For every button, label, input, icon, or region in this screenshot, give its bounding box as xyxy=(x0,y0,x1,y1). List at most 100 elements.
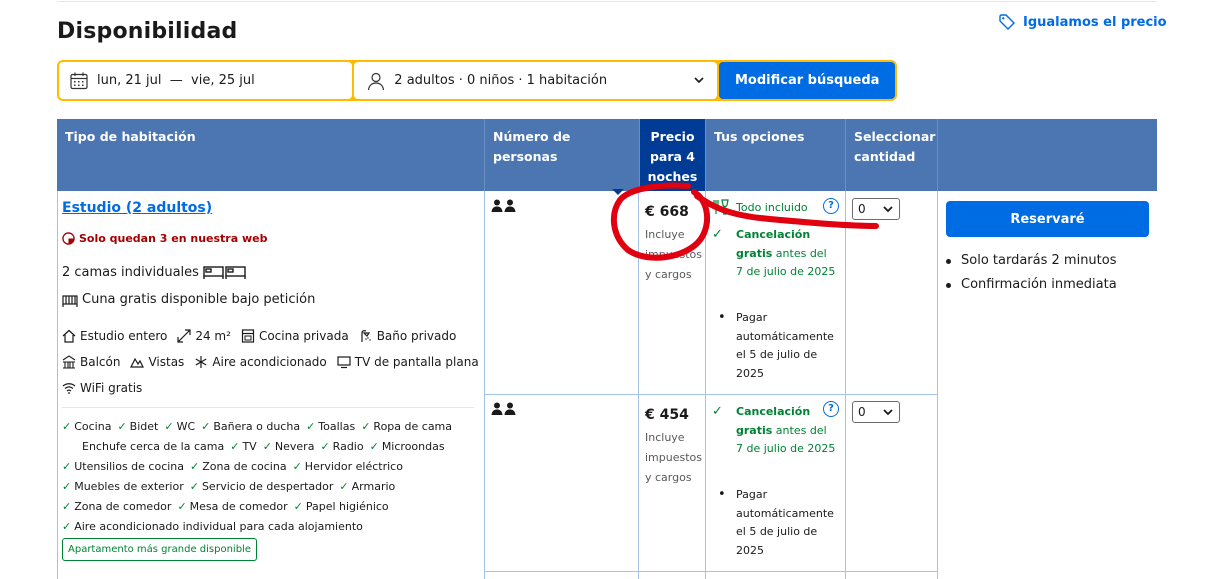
table-header: Tipo de habitación Número de personas Pr… xyxy=(57,119,1157,191)
stove-icon xyxy=(241,329,255,343)
free-cancellation-info: ✓ Cancelación gratis antes del 7 de juli… xyxy=(712,226,837,282)
facility-label: Ropa de cama xyxy=(373,420,453,433)
facility-item: ✓ Bañera o ducha xyxy=(201,420,300,433)
facility-label: Papel higiénico xyxy=(305,500,389,513)
quantity-select[interactable]: 0 xyxy=(852,198,900,220)
facility-label: Microondas xyxy=(381,440,445,453)
facility-item: ✓ TV xyxy=(230,440,256,453)
date-range-text: lun, 21 jul — vie, 25 jul xyxy=(97,73,255,88)
header-price[interactable]: Precio para 4 noches xyxy=(640,119,706,191)
tag-icon xyxy=(999,14,1015,30)
facility-label: Hervidor eléctrico xyxy=(304,460,403,473)
mountain-icon xyxy=(130,357,145,368)
section-divider xyxy=(62,407,474,408)
facility-item: ✓ Cocina xyxy=(62,420,111,433)
facility-label: Utensilios de cocina xyxy=(74,460,185,473)
amenity-item: TV de pantalla plana xyxy=(337,355,479,369)
page-title: Disponibilidad xyxy=(57,19,238,44)
check-icon: ✓ xyxy=(62,460,72,473)
bed-icon xyxy=(203,266,246,279)
check-icon: ✓ xyxy=(306,420,316,433)
facility-label: Bañera o ducha xyxy=(213,420,301,433)
amenities-row: Balcón Vistas Aire acondicionado TV de p… xyxy=(62,355,479,369)
facility-item: ✓ Utensilios de cocina xyxy=(62,460,184,473)
crib-icon xyxy=(62,294,78,307)
check-icon: ✓ xyxy=(62,480,72,493)
facility-item: ✓ Nevera xyxy=(263,440,315,453)
check-icon: ✓ xyxy=(339,480,349,493)
scarcity-text: Solo quedan 3 en nuestra web xyxy=(79,232,268,245)
amenities-row: WiFi gratis xyxy=(62,381,142,395)
check-icon: ✓ xyxy=(189,480,199,493)
price-match-link[interactable]: Igualamos el precio xyxy=(999,14,1167,30)
check-icon: ✓ xyxy=(262,440,272,453)
guests-field[interactable]: 2 adultos · 0 niños · 1 habitación xyxy=(354,62,718,99)
facilities-row: ✓ Aire acondicionado individual para cada… xyxy=(62,520,363,533)
date-field[interactable]: lun, 21 jul — vie, 25 jul xyxy=(59,62,353,99)
check-icon: ✓ xyxy=(62,420,72,433)
balcony-icon xyxy=(62,355,76,369)
facility-item: ✓ Zona de cocina xyxy=(190,460,287,473)
scarcity-message: Solo quedan 3 en nuestra web xyxy=(62,232,267,245)
quantity-select[interactable]: 0 xyxy=(852,401,900,423)
bullet-icon: • xyxy=(718,310,726,325)
check-icon: ✓ xyxy=(62,500,72,513)
two-persons-icon xyxy=(491,402,517,420)
facility-label: Zona de comedor xyxy=(74,500,172,513)
amenity-item: WiFi gratis xyxy=(62,381,142,395)
check-icon: ✓ xyxy=(712,404,723,419)
header-room-type: Tipo de habitación xyxy=(57,119,485,191)
modify-search-button[interactable]: Modificar búsqueda xyxy=(719,62,895,99)
facility-item: ✓ Aire acondicionado individual para cada… xyxy=(62,520,363,533)
quantity-value: 0 xyxy=(858,405,866,419)
amenity-item: 24 m² xyxy=(177,329,231,343)
facility-label: Nevera xyxy=(274,440,315,453)
facility-label: Enchufe cerca de la cama xyxy=(82,440,225,453)
facility-item: ✓ Hervidor eléctrico xyxy=(293,460,403,473)
tv-icon xyxy=(337,356,351,369)
check-icon: ✓ xyxy=(62,520,72,533)
crib-info: Cuna gratis disponible bajo petición xyxy=(62,292,315,307)
facilities-row: ✓ Muebles de exterior ✓ Servicio de desper… xyxy=(62,480,395,493)
facility-label: Toallas xyxy=(318,420,356,433)
facility-label: Muebles de exterior xyxy=(74,480,184,493)
amenities-row: Estudio entero 24 m² Cocina privada Baño… xyxy=(62,329,456,343)
facility-label: Zona de cocina xyxy=(202,460,287,473)
top-divider xyxy=(57,1,1157,2)
free-cancellation-info: ✓ Cancelación gratis antes del 7 de juli… xyxy=(712,403,837,459)
offer-price: € 454 xyxy=(645,407,689,423)
row-divider xyxy=(484,394,937,395)
facility-item: ✓ Ropa de cama xyxy=(361,420,452,433)
amenity-label: Aire acondicionado xyxy=(212,355,327,369)
amenity-label: WiFi gratis xyxy=(80,381,143,395)
facilities-row: ✓ Cocina ✓ Bidet ✓ WC ✓ Bañera o ducha ✓ Toal… xyxy=(62,420,452,433)
grid-line xyxy=(845,191,846,579)
offer-price: € 668 xyxy=(645,204,689,220)
grid-line xyxy=(484,191,485,579)
row-divider xyxy=(484,571,937,572)
sort-indicator xyxy=(612,189,624,195)
grid-line xyxy=(57,191,58,579)
payment-text: Pagar automáticamente el 5 de julio de 2… xyxy=(736,488,834,557)
facility-item: Enchufe cerca de la cama xyxy=(62,440,224,453)
reserve-button[interactable]: Reservaré xyxy=(946,201,1149,237)
offer-price-note: Incluye impuestos y cargos xyxy=(645,431,702,484)
header-select-qty: Seleccionar cantidad xyxy=(846,119,938,191)
check-icon: ✓ xyxy=(201,420,211,433)
two-persons-icon xyxy=(491,199,517,217)
check-icon: ✓ xyxy=(320,440,330,453)
amenity-item: Vistas xyxy=(130,355,184,369)
benefit-item: Confirmación inmediata xyxy=(946,273,1117,297)
check-icon: ✓ xyxy=(117,420,127,433)
chevron-down-icon xyxy=(694,77,705,84)
amenity-item: Cocina privada xyxy=(241,329,349,343)
facility-label: Servicio de despertador xyxy=(201,480,334,493)
price-match-label: Igualamos el precio xyxy=(1023,14,1167,30)
room-name-link[interactable]: Estudio (2 adultos) xyxy=(62,200,212,216)
check-icon: ✓ xyxy=(293,500,303,513)
header-options: Tus opciones xyxy=(706,119,846,191)
amenity-item: Balcón xyxy=(62,355,120,369)
grid-line xyxy=(638,191,639,579)
help-icon[interactable]: ? xyxy=(823,198,839,214)
amenity-item: Estudio entero xyxy=(62,329,167,343)
